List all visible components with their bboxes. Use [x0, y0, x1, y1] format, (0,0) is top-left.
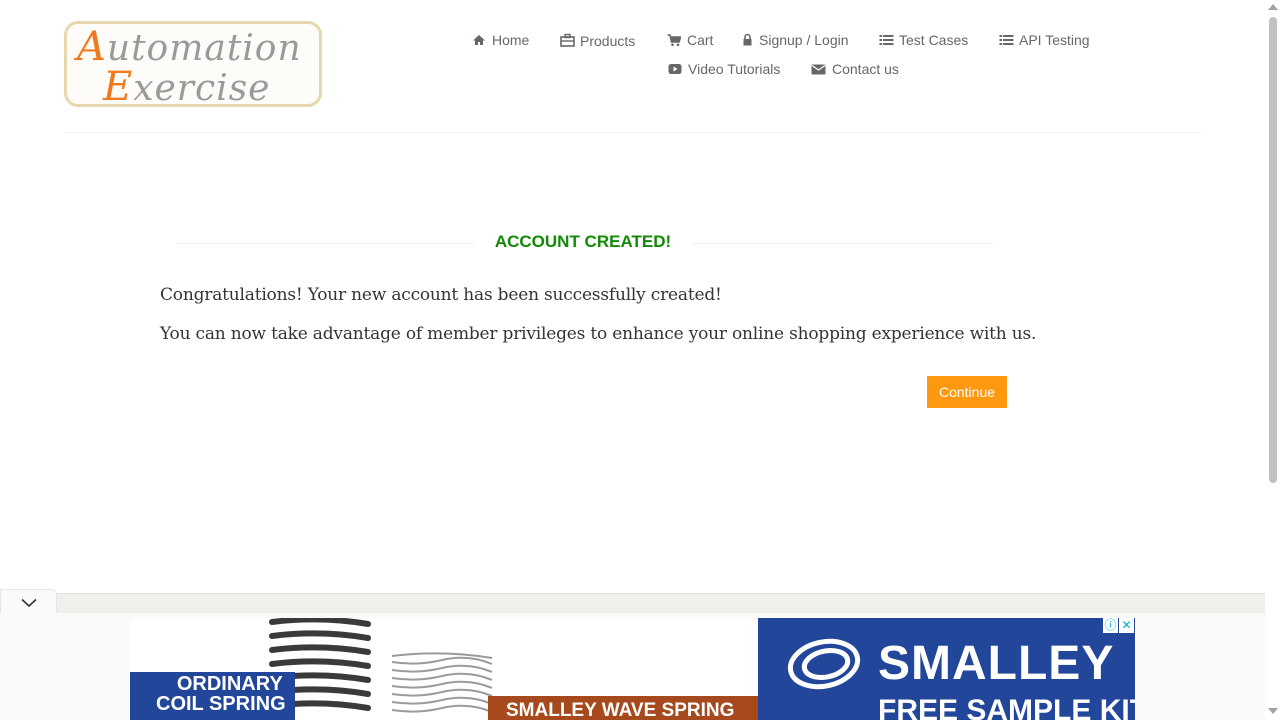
site-logo[interactable]: Automation Exercise [64, 21, 322, 110]
wave-spring-image [391, 652, 493, 713]
nav-products[interactable]: Products [560, 31, 635, 49]
youtube-play-icon [668, 62, 682, 76]
ad-brand-panel: SMALLEY FREE SAMPLE KIT [758, 618, 1135, 720]
nav-api-testing-label: API Testing [1019, 32, 1090, 48]
page-title: ACCOUNT CREATED! [494, 232, 672, 251]
logo-line1-rest: utomation [106, 28, 302, 69]
ordinary-coil-label: ORDINARY COIL SPRING [156, 673, 286, 714]
ad-collapse-toggle[interactable] [0, 589, 57, 613]
briefcase-icon [560, 33, 575, 47]
nav-test-cases-label: Test Cases [899, 32, 969, 48]
nav-home-label: Home [492, 32, 530, 48]
nav-products-label: Products [580, 33, 636, 49]
continue-button[interactable]: Continue [927, 376, 1007, 408]
nav-signup-login-label: Signup / Login [759, 32, 849, 48]
ad-tagline: FREE SAMPLE KIT [878, 694, 1135, 720]
envelope-icon [811, 62, 826, 76]
lock-icon [742, 33, 753, 47]
page: Automation Exercise Home Products Cart S… [0, 0, 1265, 720]
ad-banner[interactable]: ORDINARY COIL SPRING SMALLEY WAVE SPRING [130, 618, 1135, 720]
nav-contact-us[interactable]: Contact us [811, 61, 899, 77]
brand-name: SMALLEY [878, 637, 1115, 690]
wave-spring-label: SMALLEY WAVE SPRING [506, 700, 735, 720]
title-rule-left [176, 243, 474, 244]
ad-bar [57, 593, 1265, 613]
ad-close-icon[interactable]: ✕ [1119, 618, 1134, 633]
congrats-message: Congratulations! Your new account has be… [160, 285, 722, 305]
ad-info-icon[interactable]: ⓘ [1103, 618, 1118, 633]
scroll-thumb[interactable] [1269, 17, 1277, 483]
logo-line2-rest: xercise [133, 68, 271, 109]
chevron-down-icon [21, 595, 37, 613]
nav-video-tutorials-label: Video Tutorials [688, 61, 781, 77]
header-divider [64, 132, 1201, 133]
nav-signup-login[interactable]: Signup / Login [742, 32, 849, 48]
nav-cart-label: Cart [687, 32, 714, 48]
list-icon [999, 33, 1014, 47]
ordinary-label-line1: ORDINARY [176, 673, 283, 695]
ordinary-label-line2: COIL SPRING [156, 693, 286, 715]
nav-api-testing[interactable]: API Testing [999, 32, 1090, 48]
nav-contact-us-label: Contact us [832, 61, 899, 77]
nav-cart[interactable]: Cart [667, 32, 713, 48]
nav-home[interactable]: Home [472, 32, 529, 48]
ad-spring-panel: ORDINARY COIL SPRING SMALLEY WAVE SPRING [130, 618, 758, 720]
scroll-up-arrow-icon[interactable] [1268, 4, 1278, 10]
title-rule-right [693, 243, 993, 244]
list-icon [879, 33, 894, 47]
nav-test-cases[interactable]: Test Cases [879, 32, 968, 48]
privileges-message: You can now take advantage of member pri… [160, 324, 1037, 344]
logo-line2: Exercise [103, 64, 271, 110]
smalley-logo-icon [787, 638, 861, 690]
cart-icon [667, 33, 682, 47]
nav-video-tutorials[interactable]: Video Tutorials [668, 61, 780, 77]
home-icon [472, 33, 486, 47]
vertical-scrollbar[interactable] [1265, 0, 1280, 720]
scroll-down-arrow-icon[interactable] [1268, 708, 1278, 714]
